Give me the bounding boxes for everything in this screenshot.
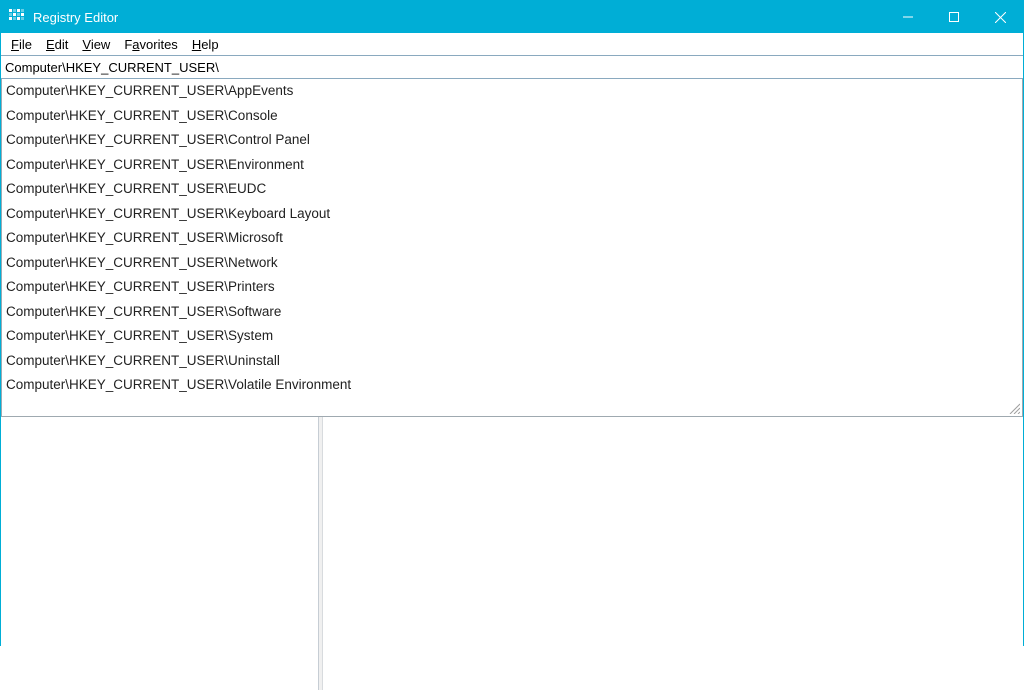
window-controls [885,1,1023,33]
minimize-button[interactable] [885,1,931,33]
autocomplete-item[interactable]: Computer\HKEY_CURRENT_USER\Environment [2,153,1022,178]
autocomplete-item[interactable]: Computer\HKEY_CURRENT_USER\Uninstall [2,349,1022,374]
autocomplete-item[interactable]: Computer\HKEY_CURRENT_USER\Software [2,300,1022,325]
menu-accel: H [192,37,201,52]
tree-pane[interactable] [1,417,319,690]
autocomplete-item[interactable]: Computer\HKEY_CURRENT_USER\Volatile Envi… [2,373,1022,398]
close-icon [995,12,1006,23]
menubar: File Edit View Favorites Help [1,33,1023,55]
menu-accel: E [46,37,55,52]
resize-grip-icon[interactable] [1008,402,1020,414]
autocomplete-item[interactable]: Computer\HKEY_CURRENT_USER\Microsoft [2,226,1022,251]
content-panes [1,417,1023,690]
regedit-icon [9,9,25,25]
window-title: Registry Editor [33,10,885,25]
autocomplete-item[interactable]: Computer\HKEY_CURRENT_USER\Network [2,251,1022,276]
menu-help[interactable]: Help [185,36,226,53]
maximize-button[interactable] [931,1,977,33]
autocomplete-item[interactable]: Computer\HKEY_CURRENT_USER\Console [2,104,1022,129]
values-pane[interactable] [323,417,1023,690]
autocomplete-dropdown: Computer\HKEY_CURRENT_USER\AppEventsComp… [1,79,1023,417]
menu-file[interactable]: File [4,36,39,53]
autocomplete-item[interactable]: Computer\HKEY_CURRENT_USER\Printers [2,275,1022,300]
menu-edit[interactable]: Edit [39,36,75,53]
autocomplete-item[interactable]: Computer\HKEY_CURRENT_USER\AppEvents [2,79,1022,104]
menu-accel: F [11,37,19,52]
autocomplete-item[interactable]: Computer\HKEY_CURRENT_USER\System [2,324,1022,349]
maximize-icon [949,12,959,22]
menu-view[interactable]: View [75,36,117,53]
autocomplete-item[interactable]: Computer\HKEY_CURRENT_USER\Keyboard Layo… [2,202,1022,227]
minimize-icon [903,12,913,22]
menu-accel: V [82,37,90,52]
address-input[interactable] [1,56,1023,78]
menu-favorites[interactable]: Favorites [117,36,184,53]
addressbar-container [1,55,1023,79]
menu-accel: a [132,37,139,52]
titlebar[interactable]: Registry Editor [1,1,1023,33]
autocomplete-item[interactable]: Computer\HKEY_CURRENT_USER\Control Panel [2,128,1022,153]
close-button[interactable] [977,1,1023,33]
autocomplete-item[interactable]: Computer\HKEY_CURRENT_USER\EUDC [2,177,1022,202]
